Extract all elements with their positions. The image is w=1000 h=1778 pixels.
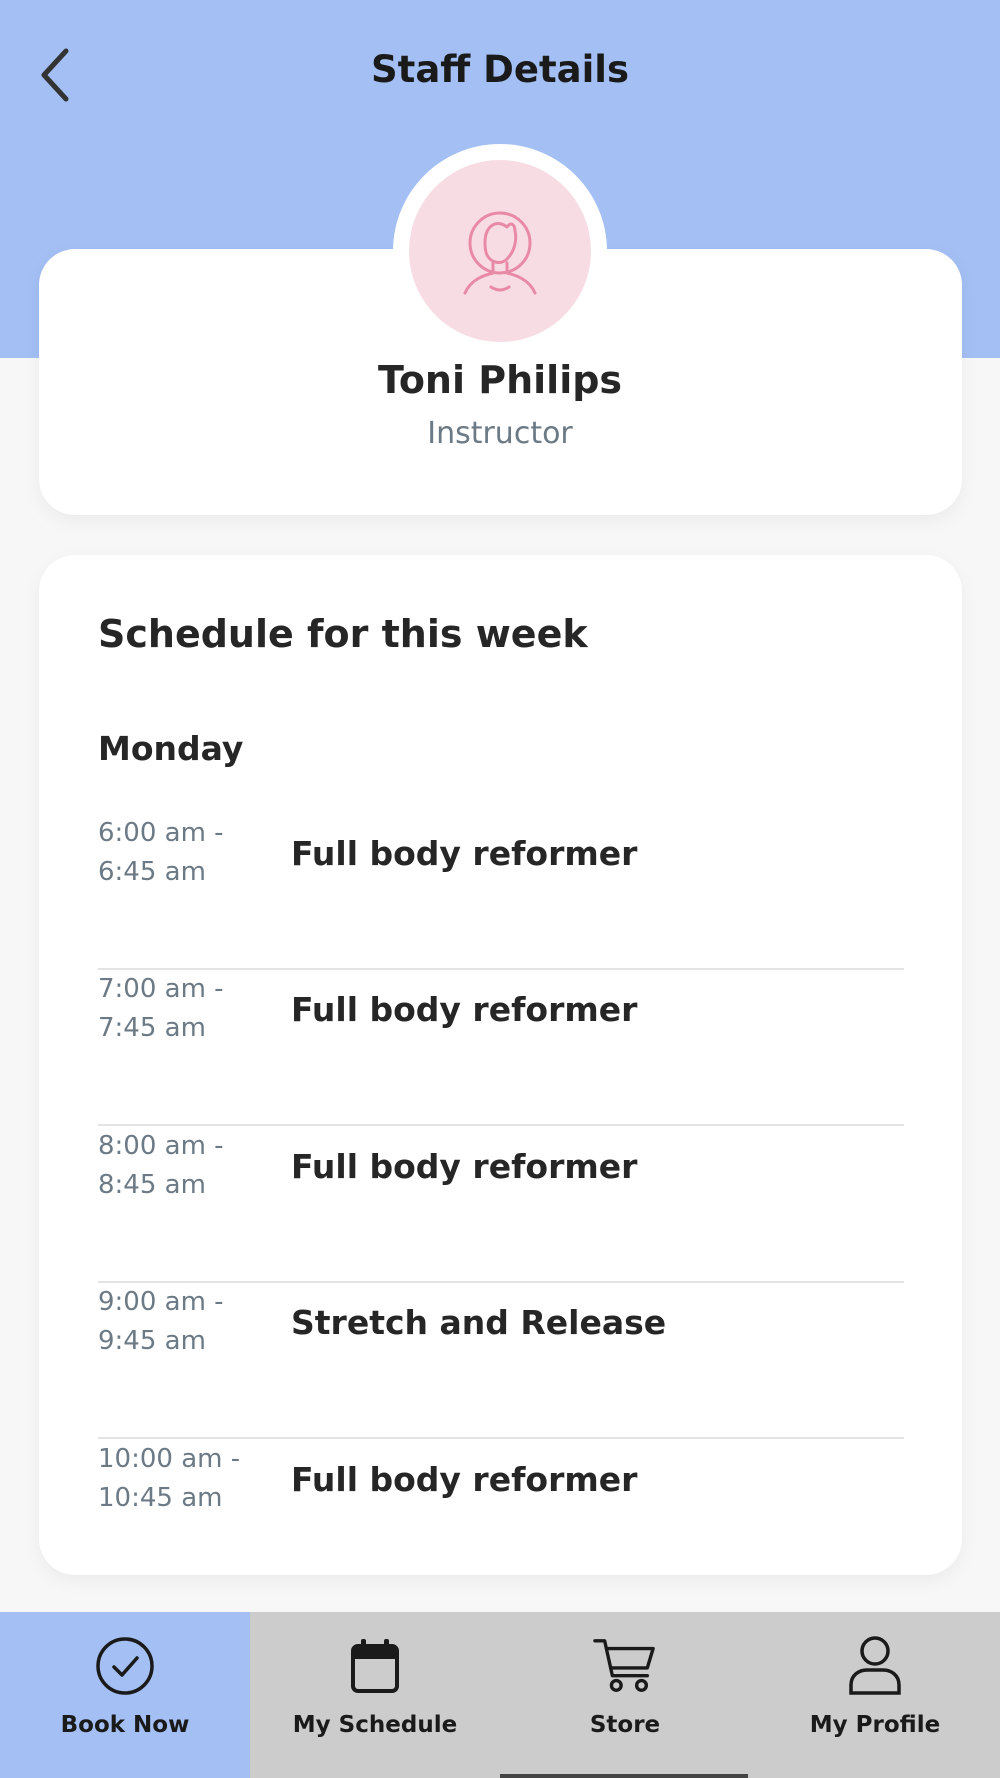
- class-name: Full body reformer: [291, 1460, 638, 1499]
- nav-my-schedule[interactable]: My Schedule: [250, 1612, 500, 1778]
- schedule-row[interactable]: 6:00 am - 6:45 am Full body reformer: [98, 814, 904, 970]
- nav-store[interactable]: Store: [500, 1612, 750, 1778]
- cart-icon: [593, 1639, 655, 1692]
- schedule-row[interactable]: 7:00 am - 7:45 am Full body reformer: [98, 970, 904, 1126]
- bottom-nav: Book Now My Schedule Store My Profile: [0, 1612, 1000, 1778]
- user-icon: [849, 1636, 901, 1695]
- class-time: 10:00 am - 10:45 am: [98, 1444, 241, 1513]
- class-time: 8:00 am - 8:45 am: [98, 1131, 224, 1200]
- nav-book-now[interactable]: Book Now: [0, 1612, 250, 1778]
- class-name: Full body reformer: [291, 1147, 638, 1186]
- staff-role: Instructor: [427, 416, 573, 451]
- class-name: Full body reformer: [291, 990, 638, 1029]
- class-time: 7:00 am - 7:45 am: [98, 974, 224, 1043]
- nav-label: My Profile: [809, 1712, 941, 1738]
- nav-label: My Schedule: [292, 1712, 458, 1738]
- day-label: Monday: [98, 729, 244, 768]
- nav-my-profile[interactable]: My Profile: [750, 1612, 1000, 1778]
- avatar: [409, 160, 591, 342]
- nav-label: Store: [589, 1712, 661, 1738]
- schedule-title: Schedule for this week: [98, 612, 588, 656]
- calendar-icon: [351, 1639, 399, 1693]
- person-avatar-icon: [463, 211, 537, 295]
- staff-name: Toni Philips: [377, 358, 623, 402]
- schedule-row[interactable]: 9:00 am - 9:45 am Stretch and Release: [98, 1283, 904, 1439]
- schedule-row[interactable]: 8:00 am - 8:45 am Full body reformer: [98, 1127, 904, 1283]
- home-indicator: [500, 1774, 748, 1778]
- page-title: Staff Details: [370, 48, 629, 91]
- row-divider: [98, 1437, 904, 1439]
- check-circle-icon: [96, 1637, 154, 1695]
- row-divider: [98, 1124, 904, 1126]
- nav-label: Book Now: [60, 1712, 190, 1738]
- class-name: Full body reformer: [291, 834, 638, 873]
- class-time: 9:00 am - 9:45 am: [98, 1287, 224, 1356]
- class-name: Stretch and Release: [291, 1303, 667, 1342]
- class-time: 6:00 am - 6:45 am: [98, 818, 224, 887]
- schedule-row[interactable]: 10:00 am - 10:45 am Full body reformer: [98, 1440, 904, 1596]
